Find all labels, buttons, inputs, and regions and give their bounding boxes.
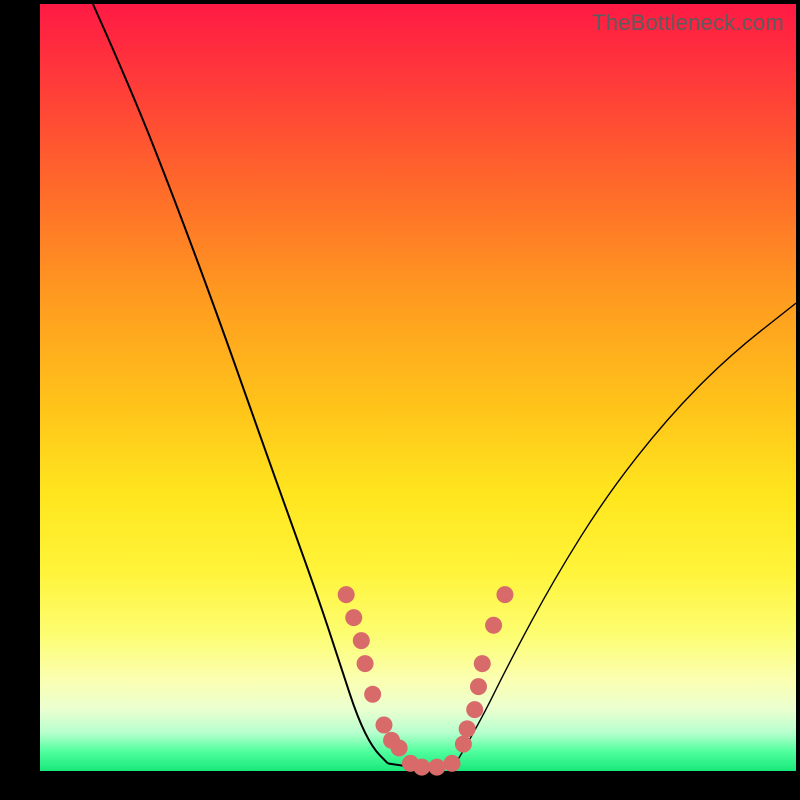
curve-left-descending	[93, 4, 388, 763]
marker-point	[466, 701, 483, 718]
marker-point	[364, 686, 381, 703]
marker-point	[391, 739, 408, 756]
marker-point	[428, 759, 445, 776]
chart-overlay	[40, 4, 796, 771]
marker-point	[459, 720, 476, 737]
marker-point	[470, 678, 487, 695]
highlighted-points	[338, 586, 514, 776]
marker-point	[455, 736, 472, 753]
marker-point	[345, 609, 362, 626]
marker-point	[338, 586, 355, 603]
curve-right-ascending	[456, 303, 796, 763]
marker-point	[375, 716, 392, 733]
marker-point	[485, 617, 502, 634]
chart-frame: TheBottleneck.com	[0, 0, 800, 800]
plot-area: TheBottleneck.com	[40, 4, 796, 771]
marker-point	[413, 759, 430, 776]
marker-point	[357, 655, 374, 672]
marker-point	[496, 586, 513, 603]
marker-point	[353, 632, 370, 649]
marker-point	[474, 655, 491, 672]
marker-point	[444, 755, 461, 772]
